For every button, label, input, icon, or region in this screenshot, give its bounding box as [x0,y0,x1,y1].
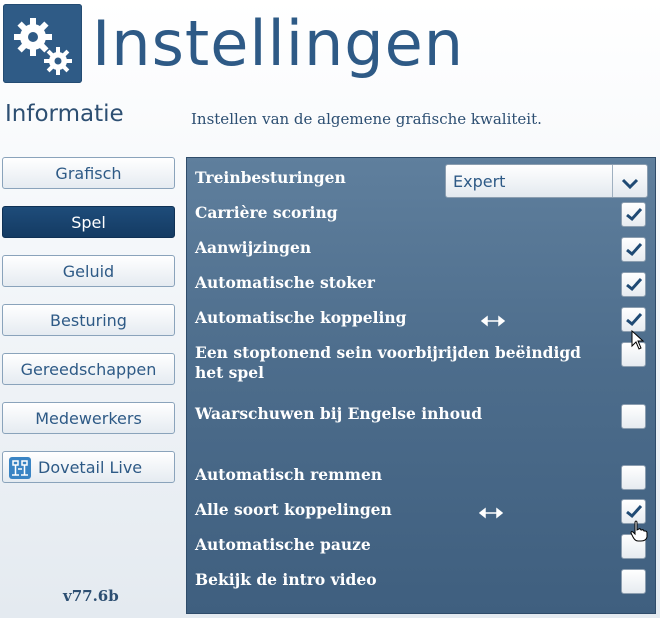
version-label: v77.6b [63,587,119,605]
setting-label-carriere-scoring: Carrière scoring [195,203,338,222]
nav-besturing-button[interactable]: Besturing [2,304,175,336]
automatische-stoker-checkbox[interactable] [621,272,646,297]
setting-label-automatische-stoker: Automatische stoker [195,273,375,292]
page-title: Instellingen [92,7,465,80]
setting-label-stoptonend-sein: Een stoptonend sein voorbijrijden beëind… [195,343,581,383]
setting-label-alle-soort-koppelingen: Alle soort koppelingen [195,500,392,519]
nav-label: Besturing [50,311,127,330]
info-title: Informatie [5,101,124,127]
nav-spel-button[interactable]: Spel [2,206,175,238]
nav-label: Dovetail Live [38,458,143,477]
waarschuwen-engels-checkbox[interactable] [621,404,646,429]
treinbesturingen-dropdown[interactable]: Expert [445,164,648,198]
nav-label: Medewerkers [35,409,142,428]
dropdown-value: Expert [453,172,506,191]
setting-label-waarschuwen-engels: Waarschuwen bij Engelse inhoud [195,404,483,423]
aanwijzingen-checkbox[interactable] [621,237,646,262]
dropdown-separator [612,165,613,197]
bekijk-intro-video-checkbox[interactable] [621,569,646,594]
chevron-down-icon [621,175,639,194]
setting-label-automatische-pauze: Automatische pauze [195,535,371,554]
nav-label: Grafisch [55,164,122,183]
checkmark-icon [626,277,643,292]
checkmark-icon [626,312,643,327]
checkmark-icon [626,242,643,257]
setting-label-automatisch-remmen: Automatisch remmen [195,465,383,484]
resize-cursor-icon [480,312,506,331]
setting-label-aanwijzingen: Aanwijzingen [195,238,312,257]
nav-label: Gereedschappen [20,360,157,379]
nav-gereedschappen-button[interactable]: Gereedschappen [2,353,175,385]
nav-geluid-button[interactable]: Geluid [2,255,175,287]
nav-medewerkers-button[interactable]: Medewerkers [2,402,175,434]
carriere-scoring-checkbox[interactable] [621,202,646,227]
info-description: Instellen van de algemene grafische kwal… [191,110,542,128]
nav-grafisch-button[interactable]: Grafisch [2,157,175,189]
nav-dovetail-live-button[interactable]: Dovetail Live [2,451,175,483]
setting-label-treinbesturingen: Treinbesturingen [195,168,346,187]
checkmark-icon [626,504,643,519]
label-line: Een stoptonend sein voorbijrijden beëind… [195,343,582,362]
hand-cursor-icon [629,520,649,546]
automatisch-remmen-checkbox[interactable] [621,465,646,490]
pointer-cursor-icon [631,329,645,354]
nav-label: Spel [71,213,106,232]
resize-cursor-icon [478,504,504,523]
gears-icon [3,4,82,83]
label-line: het spel [195,363,265,382]
settings-panel: Treinbesturingen Expert Carrière scoring… [186,157,656,614]
dovetail-live-icon [9,457,31,479]
setting-label-bekijk-intro-video: Bekijk de intro video [195,570,377,589]
automatische-koppeling-checkbox[interactable] [621,307,646,332]
nav-label: Geluid [62,262,115,281]
setting-label-automatische-koppeling: Automatische koppeling [195,308,407,327]
checkmark-icon [626,207,643,222]
